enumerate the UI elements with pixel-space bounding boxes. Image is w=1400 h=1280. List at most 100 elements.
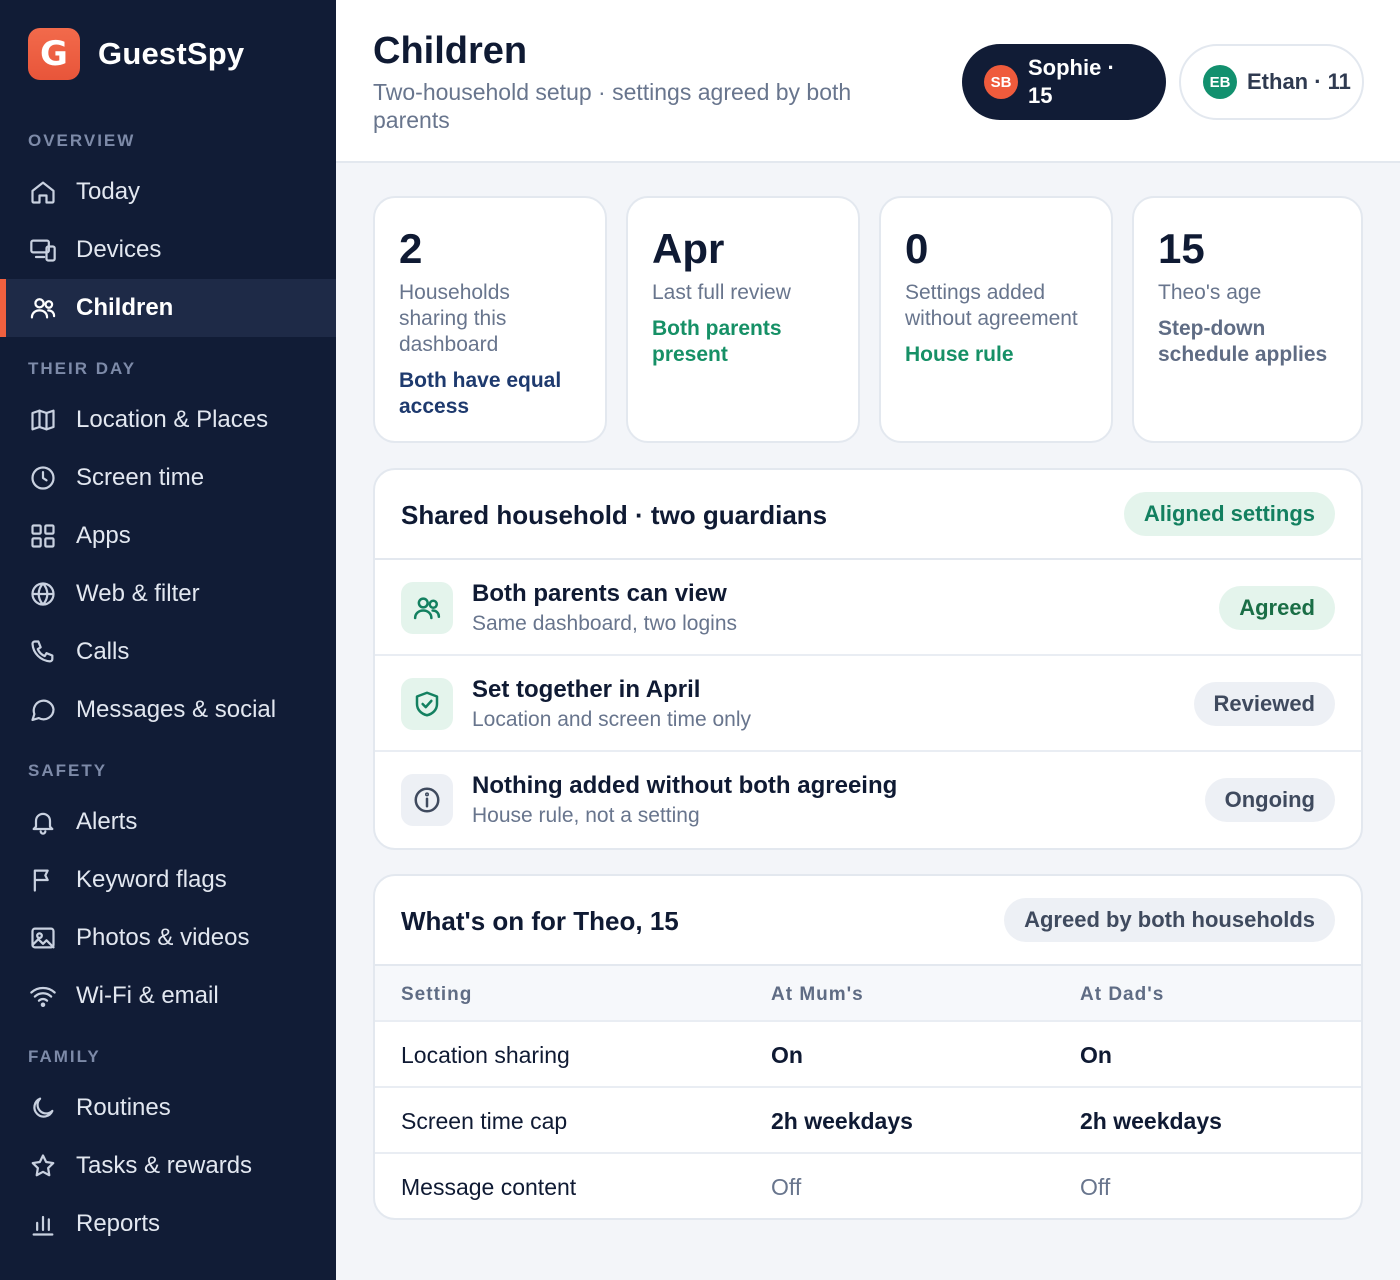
nav-section-family: FAMILY [28,1047,101,1066]
column-header-dads: At Dad's [1080,984,1165,1005]
bell-icon [28,807,58,837]
sidebar-item-messages[interactable]: Messages & social [0,681,336,739]
child-selector-sophie[interactable]: SB Sophie · 15 [962,44,1166,120]
panel-header: Shared household · two guardians Aligned… [375,470,1361,560]
image-icon [28,923,58,953]
stat-value: Apr [652,225,725,272]
sidebar-item-devices[interactable]: Devices [0,221,336,279]
map-icon [28,405,58,435]
sidebar-item-today[interactable]: Today [0,163,336,221]
table-row[interactable]: Message content Off Off [375,1154,1361,1218]
sidebar-item-label: Reports [76,1210,161,1237]
row-subtitle: Same dashboard, two logins [472,612,737,635]
shield-check-icon [401,678,453,730]
list-item[interactable]: Nothing added without both agreeing Hous… [375,752,1361,848]
sidebar-item-label: Screen time [76,464,205,491]
sidebar-item-label: Web & filter [76,580,200,607]
setting-name: Location sharing [401,1042,570,1068]
stat-value: 2 [399,225,423,272]
child-selector-ethan[interactable]: EB Ethan · 11 [1179,44,1364,120]
settings-panel: What's on for Theo, 15 Agreed by both ho… [373,874,1363,1220]
list-item[interactable]: Both parents can view Same dashboard, tw… [375,560,1361,656]
users-icon [401,582,453,634]
stat-value: 0 [905,225,929,272]
status-badge: Reviewed [1193,682,1335,726]
stat-note: House rule [905,343,1014,366]
grid-icon [28,521,58,551]
stat-label: Last full review [652,281,791,304]
table-row[interactable]: Location sharing On On [375,1022,1361,1088]
panel-title: What's on for Theo, 15 [401,906,679,936]
setting-value-mums: Off [771,1174,802,1200]
avatar: SB [984,65,1018,99]
sidebar-item-label: Wi-Fi & email [76,982,219,1009]
setting-value-mums: On [771,1042,803,1068]
sidebar: G GuestSpy OVERVIEW Today Devices Childr… [0,0,336,1280]
sidebar-item-keyword-flags[interactable]: Keyword flags [0,851,336,909]
info-icon [401,774,453,826]
setting-value-mums: 2h weekdays [771,1108,913,1134]
setting-value-dads: On [1080,1042,1112,1068]
page-subtitle: Two-household setup · settings agreed by… [373,79,852,133]
sidebar-item-location[interactable]: Location & Places [0,391,336,449]
devices-icon [28,235,58,265]
row-subtitle: House rule, not a setting [472,804,700,827]
setting-value-dads: 2h weekdays [1080,1108,1222,1134]
wifi-icon [28,981,58,1011]
column-header-setting: Setting [401,984,473,1005]
sidebar-item-routines[interactable]: Routines [0,1079,336,1137]
sidebar-item-label: Tasks & rewards [76,1152,253,1179]
row-title: Both parents can view [472,580,727,607]
row-title: Nothing added without both agreeing [472,772,898,799]
sidebar-item-photos[interactable]: Photos & videos [0,909,336,967]
sidebar-item-label: Devices [76,236,162,263]
stat-card-last-review: Apr Last full review Both parents presen… [626,196,860,443]
stat-note: Both parents present [652,317,782,366]
setting-value-dads: Off [1080,1174,1111,1200]
brand[interactable]: G GuestSpy [28,28,244,80]
status-badge: Aligned settings [1123,492,1335,536]
sidebar-item-label: Photos & videos [76,924,250,951]
status-badge: Agreed [1219,586,1335,630]
globe-icon [28,579,58,609]
phone-icon [28,637,58,667]
sidebar-item-screen-time[interactable]: Screen time [0,449,336,507]
app-logo: G [28,28,80,80]
moon-icon [28,1093,58,1123]
setting-name: Screen time cap [401,1108,568,1134]
nav-section-safety: SAFETY [28,761,108,780]
table-header: Setting At Mum's At Dad's [375,966,1361,1022]
sidebar-item-label: Messages & social [76,696,277,723]
child-name: Ethan · 11 [1247,69,1351,94]
app-name: GuestSpy [98,36,245,71]
message-icon [28,695,58,725]
status-badge: Ongoing [1204,778,1335,822]
sidebar-item-web-filter[interactable]: Web & filter [0,565,336,623]
bar-chart-icon [28,1209,58,1239]
sidebar-item-tasks[interactable]: Tasks & rewards [0,1137,336,1195]
row-title: Set together in April [472,676,701,703]
sidebar-item-label: Keyword flags [76,866,227,893]
stat-card-age: 15 Theo's age Step-down schedule applies [1132,196,1363,443]
sidebar-item-reports[interactable]: Reports [0,1195,336,1253]
sidebar-item-children[interactable]: Children [0,279,336,337]
stat-card-settings-added: 0 Settings added without agreement House… [879,196,1113,443]
table-row[interactable]: Screen time cap 2h weekdays 2h weekdays [375,1088,1361,1154]
column-header-mums: At Mum's [771,984,864,1005]
sidebar-item-label: Children [76,294,174,321]
stat-note: Both have equal access [399,369,562,418]
list-item[interactable]: Set together in April Location and scree… [375,656,1361,752]
nav-section-their-day: THEIR DAY [28,359,137,378]
panel-title: Shared household · two guardians [401,500,828,530]
sidebar-item-apps[interactable]: Apps [0,507,336,565]
sidebar-item-wifi-email[interactable]: Wi-Fi & email [0,967,336,1025]
household-panel: Shared household · two guardians Aligned… [373,468,1363,850]
child-name: Sophie · 15 [1028,55,1115,108]
page-header: Children Two-household setup · settings … [336,0,1400,163]
star-icon [28,1151,58,1181]
sidebar-item-calls[interactable]: Calls [0,623,336,681]
sidebar-item-alerts[interactable]: Alerts [0,793,336,851]
status-badge: Agreed by both households [1004,898,1335,942]
sidebar-item-label: Alerts [76,808,138,835]
sidebar-item-label: Calls [76,638,130,665]
